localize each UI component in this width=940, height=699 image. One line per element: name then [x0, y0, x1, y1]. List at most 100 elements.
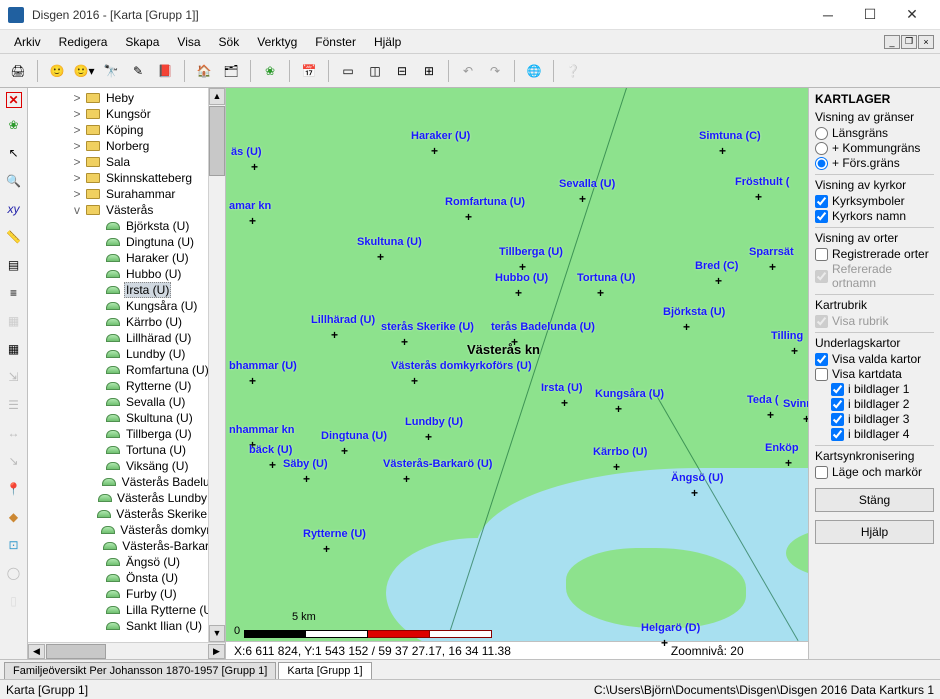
- menu-redigera[interactable]: Redigera: [51, 32, 116, 52]
- tree-folder-skinnskatteberg[interactable]: >Skinnskatteberg: [28, 170, 225, 186]
- tree-item[interactable]: Västerås Skerike (U: [28, 506, 225, 522]
- tree-item[interactable]: Kärrbo (U): [28, 314, 225, 330]
- radio-kommungrans[interactable]: + Kommungräns: [815, 141, 934, 155]
- layout3-icon[interactable]: ⊟: [390, 59, 414, 83]
- pin-plus-icon[interactable]: 📍: [3, 478, 25, 500]
- help-panel-button[interactable]: Hjälp: [815, 520, 934, 544]
- radio-forsgrans[interactable]: + Förs.gräns: [815, 156, 934, 170]
- tree-item[interactable]: Västerås domkyrko: [28, 522, 225, 538]
- radio-lansgrans[interactable]: Länsgräns: [815, 126, 934, 140]
- check-registrerade-orter[interactable]: Registrerade orter: [815, 247, 934, 261]
- mdi-minimize-button[interactable]: _: [884, 35, 900, 49]
- tree-item[interactable]: Önsta (U): [28, 570, 225, 586]
- widen-icon[interactable]: ⇲: [3, 366, 25, 388]
- check-bildlager-4[interactable]: i bildlager 4: [831, 427, 934, 441]
- tree-item[interactable]: Furby (U): [28, 586, 225, 602]
- check-lage-markor[interactable]: Läge och markör: [815, 465, 934, 479]
- tree-item[interactable]: Skultuna (U): [28, 410, 225, 426]
- minimize-button[interactable]: ─: [808, 3, 848, 27]
- menu-visa[interactable]: Visa: [169, 32, 208, 52]
- tree-item[interactable]: Sankt Ilian (U): [28, 618, 225, 634]
- tree-item[interactable]: Hubbo (U): [28, 266, 225, 282]
- check-bildlager-2[interactable]: i bildlager 2: [831, 397, 934, 411]
- close-red-icon[interactable]: ✕: [6, 92, 22, 108]
- tree-horizontal-scrollbar[interactable]: ◀▶: [28, 642, 225, 659]
- pointer-icon[interactable]: ↖: [3, 142, 25, 164]
- book-icon[interactable]: 📕: [153, 59, 177, 83]
- menu-skapa[interactable]: Skapa: [117, 32, 167, 52]
- magnifier-icon[interactable]: 🔍: [3, 170, 25, 192]
- menu-verktyg[interactable]: Verktyg: [249, 32, 305, 52]
- tree-item[interactable]: Irsta (U): [28, 282, 225, 298]
- tree-item[interactable]: Västerås Lundby (U: [28, 490, 225, 506]
- print-icon[interactable]: 🖨: [6, 59, 30, 83]
- menu-arkiv[interactable]: Arkiv: [6, 32, 49, 52]
- tree-vertical-scrollbar[interactable]: ▲▼: [208, 88, 225, 642]
- menu-fonster[interactable]: Fönster: [307, 32, 364, 52]
- binoculars-icon[interactable]: 🔭: [99, 59, 123, 83]
- stack-icon[interactable]: 🗂: [219, 59, 243, 83]
- tree-icon[interactable]: ❀: [258, 59, 282, 83]
- redo-icon[interactable]: ↷: [483, 59, 507, 83]
- tree-item[interactable]: Rytterne (U): [28, 378, 225, 394]
- tree-item[interactable]: Haraker (U): [28, 250, 225, 266]
- layout1-icon[interactable]: ▭: [336, 59, 360, 83]
- person-icon[interactable]: 🙂▾: [72, 59, 96, 83]
- tree-item[interactable]: Lilla Rytterne (U): [28, 602, 225, 618]
- undo-icon[interactable]: ↶: [456, 59, 480, 83]
- tree-folder-norberg[interactable]: >Norberg: [28, 138, 225, 154]
- tab-karta[interactable]: Karta [Grupp 1]: [278, 662, 371, 679]
- help-icon[interactable]: ❔: [561, 59, 585, 83]
- list-icon[interactable]: ☰: [3, 394, 25, 416]
- tree-item[interactable]: Tortuna (U): [28, 442, 225, 458]
- tree-folder-sala[interactable]: >Sala: [28, 154, 225, 170]
- tree-item[interactable]: Kungsåra (U): [28, 298, 225, 314]
- tree-item[interactable]: Västerås-Barkarö (: [28, 538, 225, 554]
- tree-item[interactable]: Tillberga (U): [28, 426, 225, 442]
- check-bildlager-1[interactable]: i bildlager 1: [831, 382, 934, 396]
- check-bildlager-3[interactable]: i bildlager 3: [831, 412, 934, 426]
- layer-icon[interactable]: ▤: [3, 254, 25, 276]
- tree-folder-surahammar[interactable]: >Surahammar: [28, 186, 225, 202]
- tree-item[interactable]: Lillhärad (U): [28, 330, 225, 346]
- tree-folder-heby[interactable]: >Heby: [28, 90, 225, 106]
- home-icon[interactable]: 🏠: [192, 59, 216, 83]
- tree-item[interactable]: Västerås Badelund: [28, 474, 225, 490]
- measure-icon[interactable]: ↔: [3, 422, 25, 444]
- tree-item[interactable]: Lundby (U): [28, 346, 225, 362]
- tree-item[interactable]: Viksäng (U): [28, 458, 225, 474]
- grid-dark-icon[interactable]: ▦: [3, 338, 25, 360]
- tree-item[interactable]: Sevalla (U): [28, 394, 225, 410]
- map-canvas[interactable]: 0 5 km X:6 611 824, Y:1 543 152 / 59 37 …: [226, 88, 808, 659]
- menu-hjalp[interactable]: Hjälp: [366, 32, 409, 52]
- grid-light-icon[interactable]: ▦: [3, 310, 25, 332]
- tree-item[interactable]: Ängsö (U): [28, 554, 225, 570]
- maximize-button[interactable]: ☐: [850, 3, 890, 27]
- person-add-icon[interactable]: 🙂: [45, 59, 69, 83]
- tree-item[interactable]: Dingtuna (U): [28, 234, 225, 250]
- close-button[interactable]: ✕: [892, 3, 932, 27]
- tree-folder-västerås[interactable]: vVästerås: [28, 202, 225, 218]
- circle-icon[interactable]: ◯: [3, 562, 25, 584]
- diamond-icon[interactable]: ◆: [3, 506, 25, 528]
- note-icon[interactable]: ✎: [126, 59, 150, 83]
- tree-folder-köping[interactable]: >Köping: [28, 122, 225, 138]
- menu-sok[interactable]: Sök: [211, 32, 248, 52]
- blank-icon[interactable]: ▯: [3, 590, 25, 612]
- globe-icon[interactable]: 🌐: [522, 59, 546, 83]
- check-kyrksymboler[interactable]: Kyrksymboler: [815, 194, 934, 208]
- ruler-icon[interactable]: 📏: [3, 226, 25, 248]
- leaf-icon[interactable]: ❀: [3, 114, 25, 136]
- check-kyrkors-namn[interactable]: Kyrkors namn: [815, 209, 934, 223]
- mdi-close-button[interactable]: ×: [918, 35, 934, 49]
- layout2-icon[interactable]: ◫: [363, 59, 387, 83]
- fit-icon[interactable]: ⊡: [3, 534, 25, 556]
- tab-familjeoversikt[interactable]: Familjeöversikt Per Johansson 1870-1957 …: [4, 662, 276, 679]
- tree-folder-kungsör[interactable]: >Kungsör: [28, 106, 225, 122]
- lines-icon[interactable]: ≡: [3, 282, 25, 304]
- path-icon[interactable]: ↘: [3, 450, 25, 472]
- layout4-icon[interactable]: ⊞: [417, 59, 441, 83]
- close-panel-button[interactable]: Stäng: [815, 488, 934, 512]
- check-visa-kartdata[interactable]: Visa kartdata: [815, 367, 934, 381]
- mdi-restore-button[interactable]: ❐: [901, 35, 917, 49]
